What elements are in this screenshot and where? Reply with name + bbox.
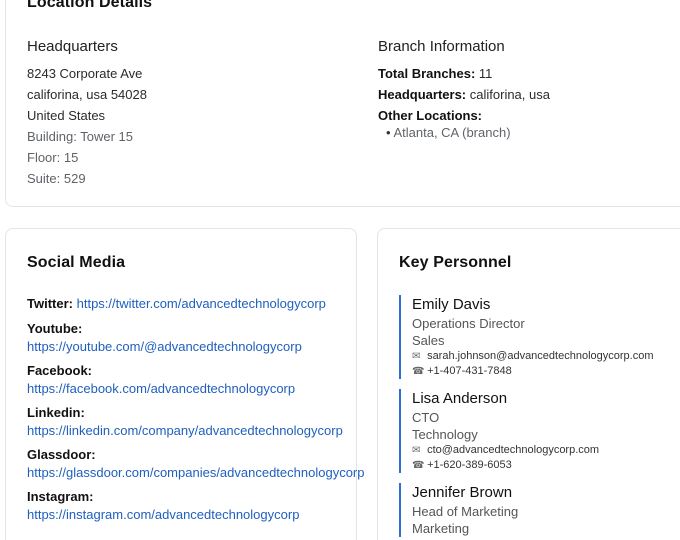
social-instagram: Instagram: https://instagram.com/advance… <box>27 488 299 524</box>
twitter-link[interactable]: https://twitter.com/advancedtechnologyco… <box>77 296 326 311</box>
person-email: ✉ cto@advancedtechnologycorp.com <box>412 443 680 458</box>
person-phone: ☎ +1-407-431-7848 <box>412 364 680 379</box>
twitter-label: Twitter: <box>27 296 73 311</box>
person-email: ✉ sarah.johnson@advancedtechnologycorp.c… <box>412 349 680 364</box>
instagram-label: Instagram: <box>27 489 94 504</box>
person-title: Head of Marketing <box>412 504 519 519</box>
branch-heading: Branch Information <box>378 38 505 55</box>
phone-icon: ☎ <box>412 366 425 377</box>
person-phone-text: +1-620-389-6053 <box>427 459 512 471</box>
person-department: Technology <box>412 427 478 442</box>
other-locations-label: Other Locations: <box>378 108 483 123</box>
key-personnel-title: Key Personnel <box>399 254 512 271</box>
total-branches: Total Branches: 11 <box>378 66 492 81</box>
location-details-card: Location Details Headquarters 8243 Corpo… <box>5 0 680 207</box>
other-location-item: • Atlanta, CA (branch) <box>386 125 511 140</box>
person-name: Emily Davis <box>412 296 491 313</box>
hq-country: United States <box>27 108 106 123</box>
social-media-card: Social Media Twitter: https://twitter.co… <box>5 228 364 540</box>
social-linkedin: Linkedin: https://linkedin.com/company/a… <box>27 404 343 440</box>
email-icon: ✉ <box>412 351 421 362</box>
social-glassdoor: Glassdoor: https://glassdoor.com/compani… <box>27 446 364 482</box>
social-media-title: Social Media <box>27 254 126 271</box>
bullet-icon: • <box>386 125 391 140</box>
facebook-link[interactable]: https://facebook.com/advancedtechnologyc… <box>27 381 295 396</box>
hq-suite: Suite: 529 <box>27 171 86 186</box>
person-department: Sales <box>412 333 445 348</box>
person-title: Operations Director <box>412 316 525 331</box>
instagram-link[interactable]: https://instagram.com/advancedtechnology… <box>27 507 299 522</box>
glassdoor-label: Glassdoor: <box>27 447 96 462</box>
total-branches-value: 11 <box>478 66 493 81</box>
hq-floor: Floor: 15 <box>27 150 79 165</box>
phone-icon: ☎ <box>412 460 425 471</box>
glassdoor-link[interactable]: https://glassdoor.com/companies/advanced… <box>27 465 364 480</box>
linkedin-link[interactable]: https://linkedin.com/company/advancedtec… <box>27 423 343 438</box>
social-youtube: Youtube: https://youtube.com/@advancedte… <box>27 320 302 356</box>
branch-headquarters: Headquarters: califorina, usa <box>378 87 550 102</box>
location-details-title: Location Details <box>27 0 153 11</box>
person-phone: ☎ +1-620-389-6053 <box>412 458 680 473</box>
other-location-text: Atlanta, CA (branch) <box>393 125 511 140</box>
hq-building: Building: Tower 15 <box>27 129 133 144</box>
social-twitter: Twitter: https://twitter.com/advancedtec… <box>27 295 326 313</box>
total-branches-label: Total Branches: <box>378 66 476 81</box>
person-department: Marketing <box>412 521 470 536</box>
person-name: Lisa Anderson <box>412 390 508 407</box>
branch-hq-label: Headquarters: <box>378 87 467 102</box>
hq-address-line1: 8243 Corporate Ave <box>27 66 143 81</box>
personnel-entry: Jennifer Brown Head of Marketing Marketi… <box>399 483 680 537</box>
branch-hq-value: califorina, usa <box>469 87 550 102</box>
email-icon: ✉ <box>412 445 421 456</box>
hq-address-line2: califorina, usa 54028 <box>27 87 147 102</box>
person-phone-text: +1-407-431-7848 <box>427 365 512 377</box>
linkedin-label: Linkedin: <box>27 405 85 420</box>
person-email-text: sarah.johnson@advancedtechnologycorp.com <box>427 350 654 362</box>
person-name: Jennifer Brown <box>412 484 513 501</box>
headquarters-heading: Headquarters <box>27 38 118 55</box>
facebook-label: Facebook: <box>27 363 93 378</box>
person-email-text: cto@advancedtechnologycorp.com <box>427 444 600 456</box>
personnel-entry: Lisa Anderson CTO Technology ✉ cto@advan… <box>399 389 680 473</box>
social-facebook: Facebook: https://facebook.com/advancedt… <box>27 362 295 398</box>
person-title: CTO <box>412 410 440 425</box>
key-personnel-card: Key Personnel Emily Davis Operations Dir… <box>377 228 680 540</box>
youtube-label: Youtube: <box>27 321 83 336</box>
personnel-entry: Emily Davis Operations Director Sales ✉ … <box>399 295 680 379</box>
youtube-link[interactable]: https://youtube.com/@advancedtechnologyc… <box>27 339 302 354</box>
